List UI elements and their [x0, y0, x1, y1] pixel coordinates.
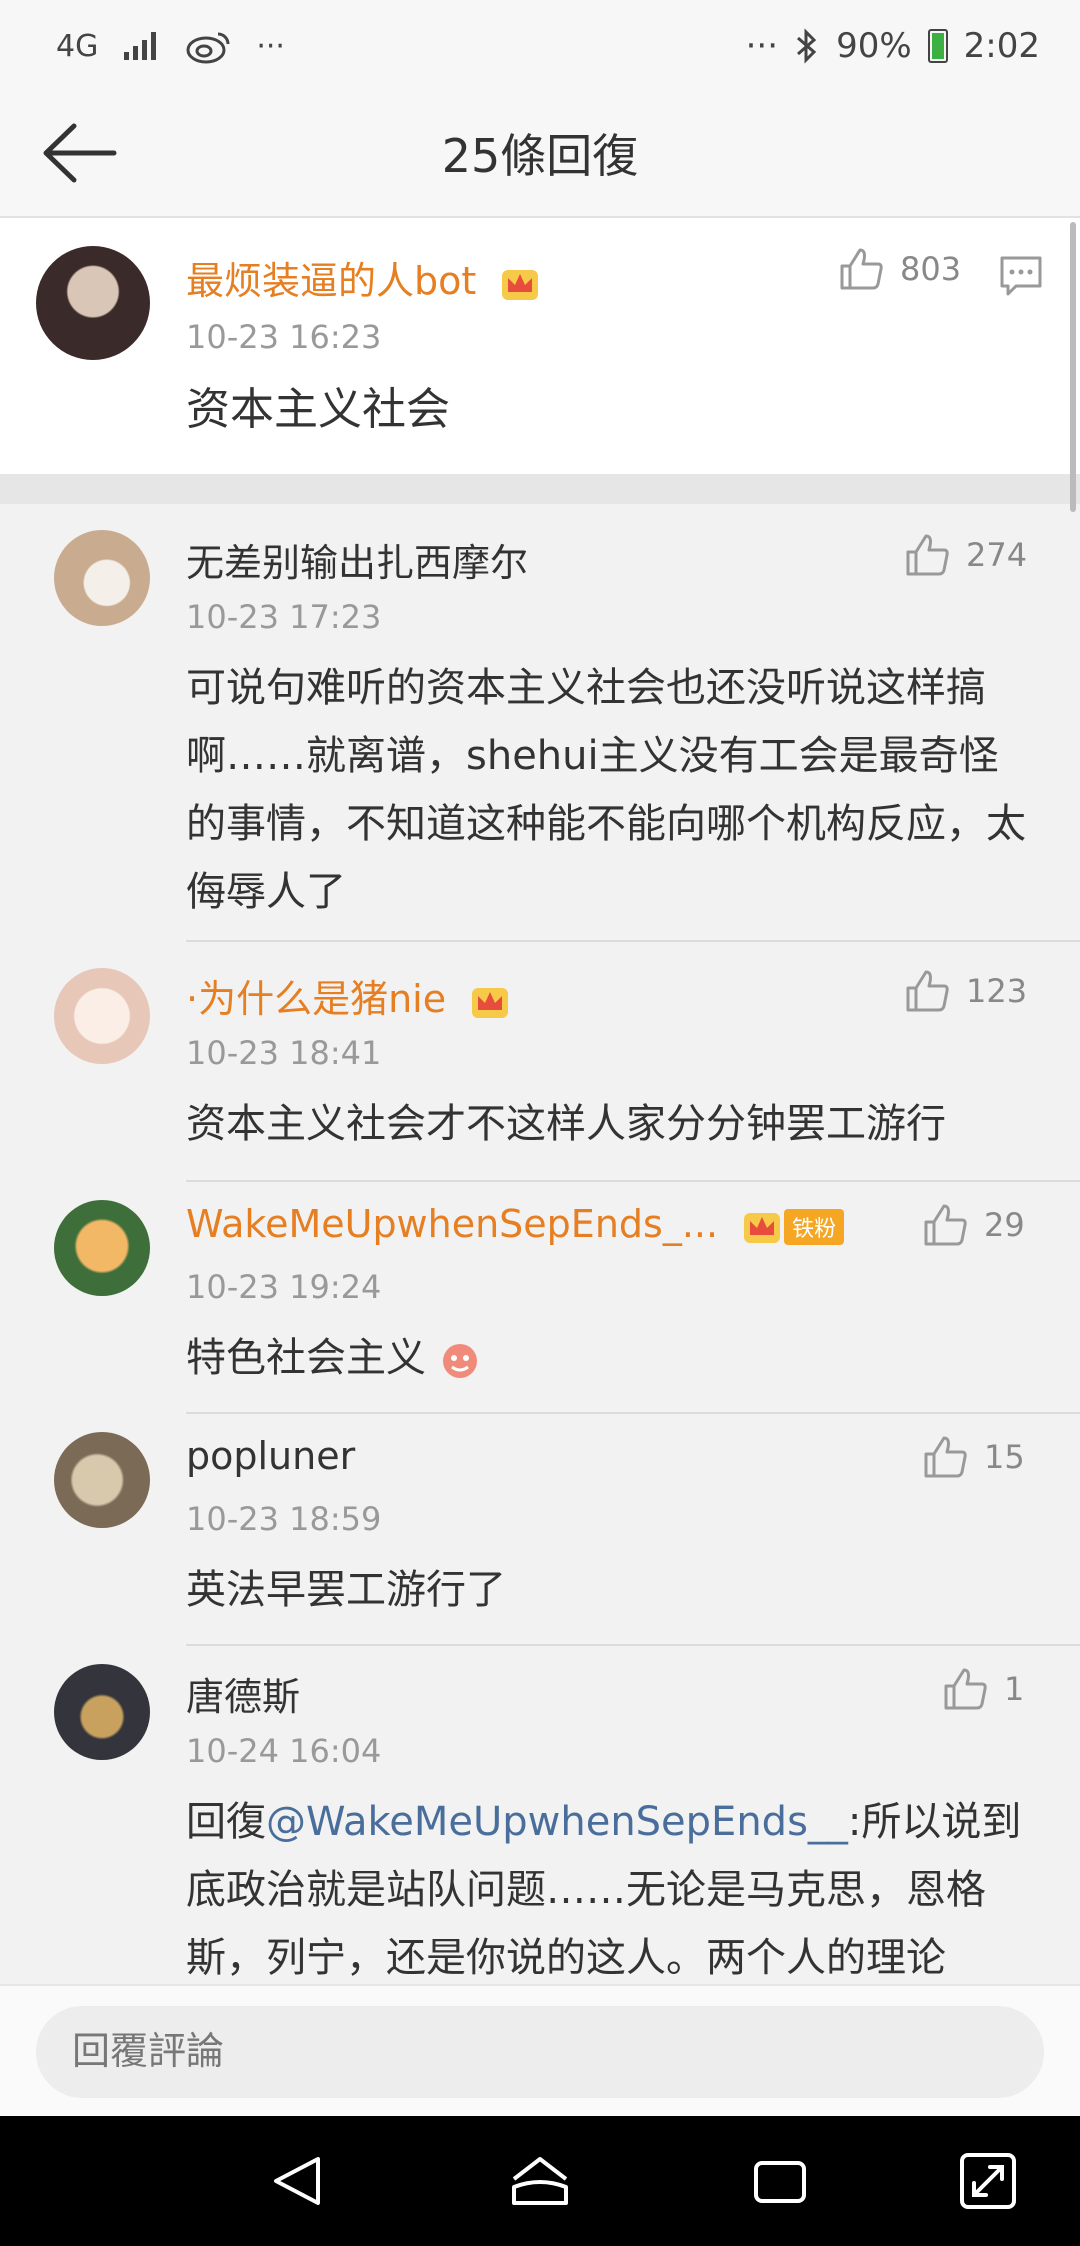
status-bar: 4G ··· ··· 90% 2:02 — [0, 0, 1080, 92]
avatar[interactable] — [54, 530, 150, 626]
comment-text: 特色社会主义 — [186, 1324, 1036, 1392]
fan-badge: 铁粉 — [784, 1208, 845, 1245]
like-button[interactable]: 29 — [922, 1202, 1025, 1248]
page-title: 25條回復 — [441, 129, 639, 183]
thumbs-up-icon — [906, 534, 949, 576]
like-count: 803 — [900, 250, 962, 288]
vip-crown-icon — [502, 269, 539, 300]
like-button[interactable]: 1 — [942, 1666, 1024, 1712]
battery-percent: 90% — [836, 26, 912, 66]
like-button[interactable]: 15 — [922, 1434, 1025, 1480]
bluetooth-icon — [797, 28, 817, 64]
network-indicator: 4G — [56, 28, 99, 64]
more-notifications-icon: ··· — [256, 28, 285, 64]
comment-author[interactable]: 最烦装逼的人bot — [186, 250, 540, 305]
comment-text: 英法早罢工游行了 — [186, 1567, 506, 1613]
clock: 2:02 — [963, 26, 1040, 66]
emoji-icon — [442, 1344, 477, 1378]
comment-text: 回復@WakeMeUpwhenSepEnds__:所以说到底政治就是站队问题……… — [186, 1799, 1022, 1981]
weibo-icon — [186, 32, 230, 64]
thumbs-up-icon — [906, 970, 949, 1012]
section-divider — [0, 474, 1080, 504]
thumbs-up-icon — [944, 1668, 987, 1710]
vip-crown-icon — [744, 1212, 781, 1243]
like-button[interactable]: 803 — [838, 246, 961, 292]
like-button[interactable]: 123 — [904, 968, 1027, 1014]
comment-author[interactable]: popluner — [186, 1434, 355, 1478]
nav-expand-icon[interactable] — [956, 2149, 1020, 2213]
mention-link[interactable]: @WakeMeUpwhenSepEnds__ — [266, 1799, 848, 1845]
scrollbar[interactable] — [1070, 222, 1076, 512]
like-count: 274 — [966, 536, 1028, 574]
battery-icon — [927, 29, 948, 63]
like-count: 15 — [984, 1438, 1025, 1476]
original-comment: 最烦装逼的人bot 10-23 16:23 803 资本主义社会 — [0, 218, 1080, 474]
row-separator — [186, 940, 1080, 942]
comment-text: 资本主义社会才不这样人家分分钟罢工游行 — [186, 1101, 946, 1147]
vip-crown-icon — [472, 987, 509, 1018]
comment-author[interactable]: 唐德斯 — [186, 1666, 300, 1721]
comment-time: 10-24 16:04 — [186, 1732, 382, 1770]
reply-bar — [0, 1984, 1080, 2118]
reply-input[interactable] — [36, 2006, 1044, 2098]
comment-list[interactable]: 最烦装逼的人bot 10-23 16:23 803 资本主义社会 无差别输出扎西… — [0, 218, 1080, 1984]
row-separator — [186, 1180, 1080, 1182]
nav-back-icon[interactable] — [266, 2149, 330, 2213]
reply-comment-icon[interactable] — [998, 254, 1044, 298]
nav-recents-icon[interactable] — [748, 2149, 812, 2213]
row-separator — [186, 1644, 1080, 1646]
comment-time: 10-23 18:41 — [186, 1034, 382, 1072]
like-count: 1 — [1004, 1670, 1025, 1708]
comment-time: 10-23 17:23 — [186, 598, 382, 636]
system-nav-bar — [0, 2116, 1080, 2246]
comment-text: 可说句难听的资本主义社会也还没听说这样搞啊……就离谱，shehui主义没有工会是… — [186, 665, 1026, 915]
avatar[interactable] — [54, 1432, 150, 1528]
avatar[interactable] — [54, 1200, 150, 1296]
comment-author[interactable]: WakeMeUpwhenSepEnds_... 铁粉 — [186, 1202, 845, 1246]
comment-text: 资本主义社会 — [186, 384, 450, 435]
thumbs-up-icon — [924, 1436, 967, 1478]
avatar[interactable] — [36, 246, 150, 360]
thumbs-up-icon — [840, 248, 883, 290]
comment-time: 10-23 16:23 — [186, 318, 382, 356]
top-app-bar: 25條回復 — [0, 92, 1080, 218]
row-separator — [186, 1412, 1080, 1414]
comment-time: 10-23 18:59 — [186, 1500, 382, 1538]
like-button[interactable]: 274 — [904, 532, 1027, 578]
avatar[interactable] — [54, 968, 150, 1064]
like-count: 123 — [966, 972, 1028, 1010]
like-count: 29 — [984, 1206, 1025, 1244]
thumbs-up-icon — [924, 1204, 967, 1246]
comment-time: 10-23 19:24 — [186, 1268, 382, 1306]
nav-home-icon[interactable] — [508, 2149, 572, 2213]
more-status-icon: ··· — [745, 26, 779, 66]
signal-icon — [124, 32, 157, 60]
avatar[interactable] — [54, 1664, 150, 1760]
comment-author[interactable]: 无差别输出扎西摩尔 — [186, 532, 528, 587]
comment-author[interactable]: ·为什么是猪nie — [186, 968, 510, 1023]
